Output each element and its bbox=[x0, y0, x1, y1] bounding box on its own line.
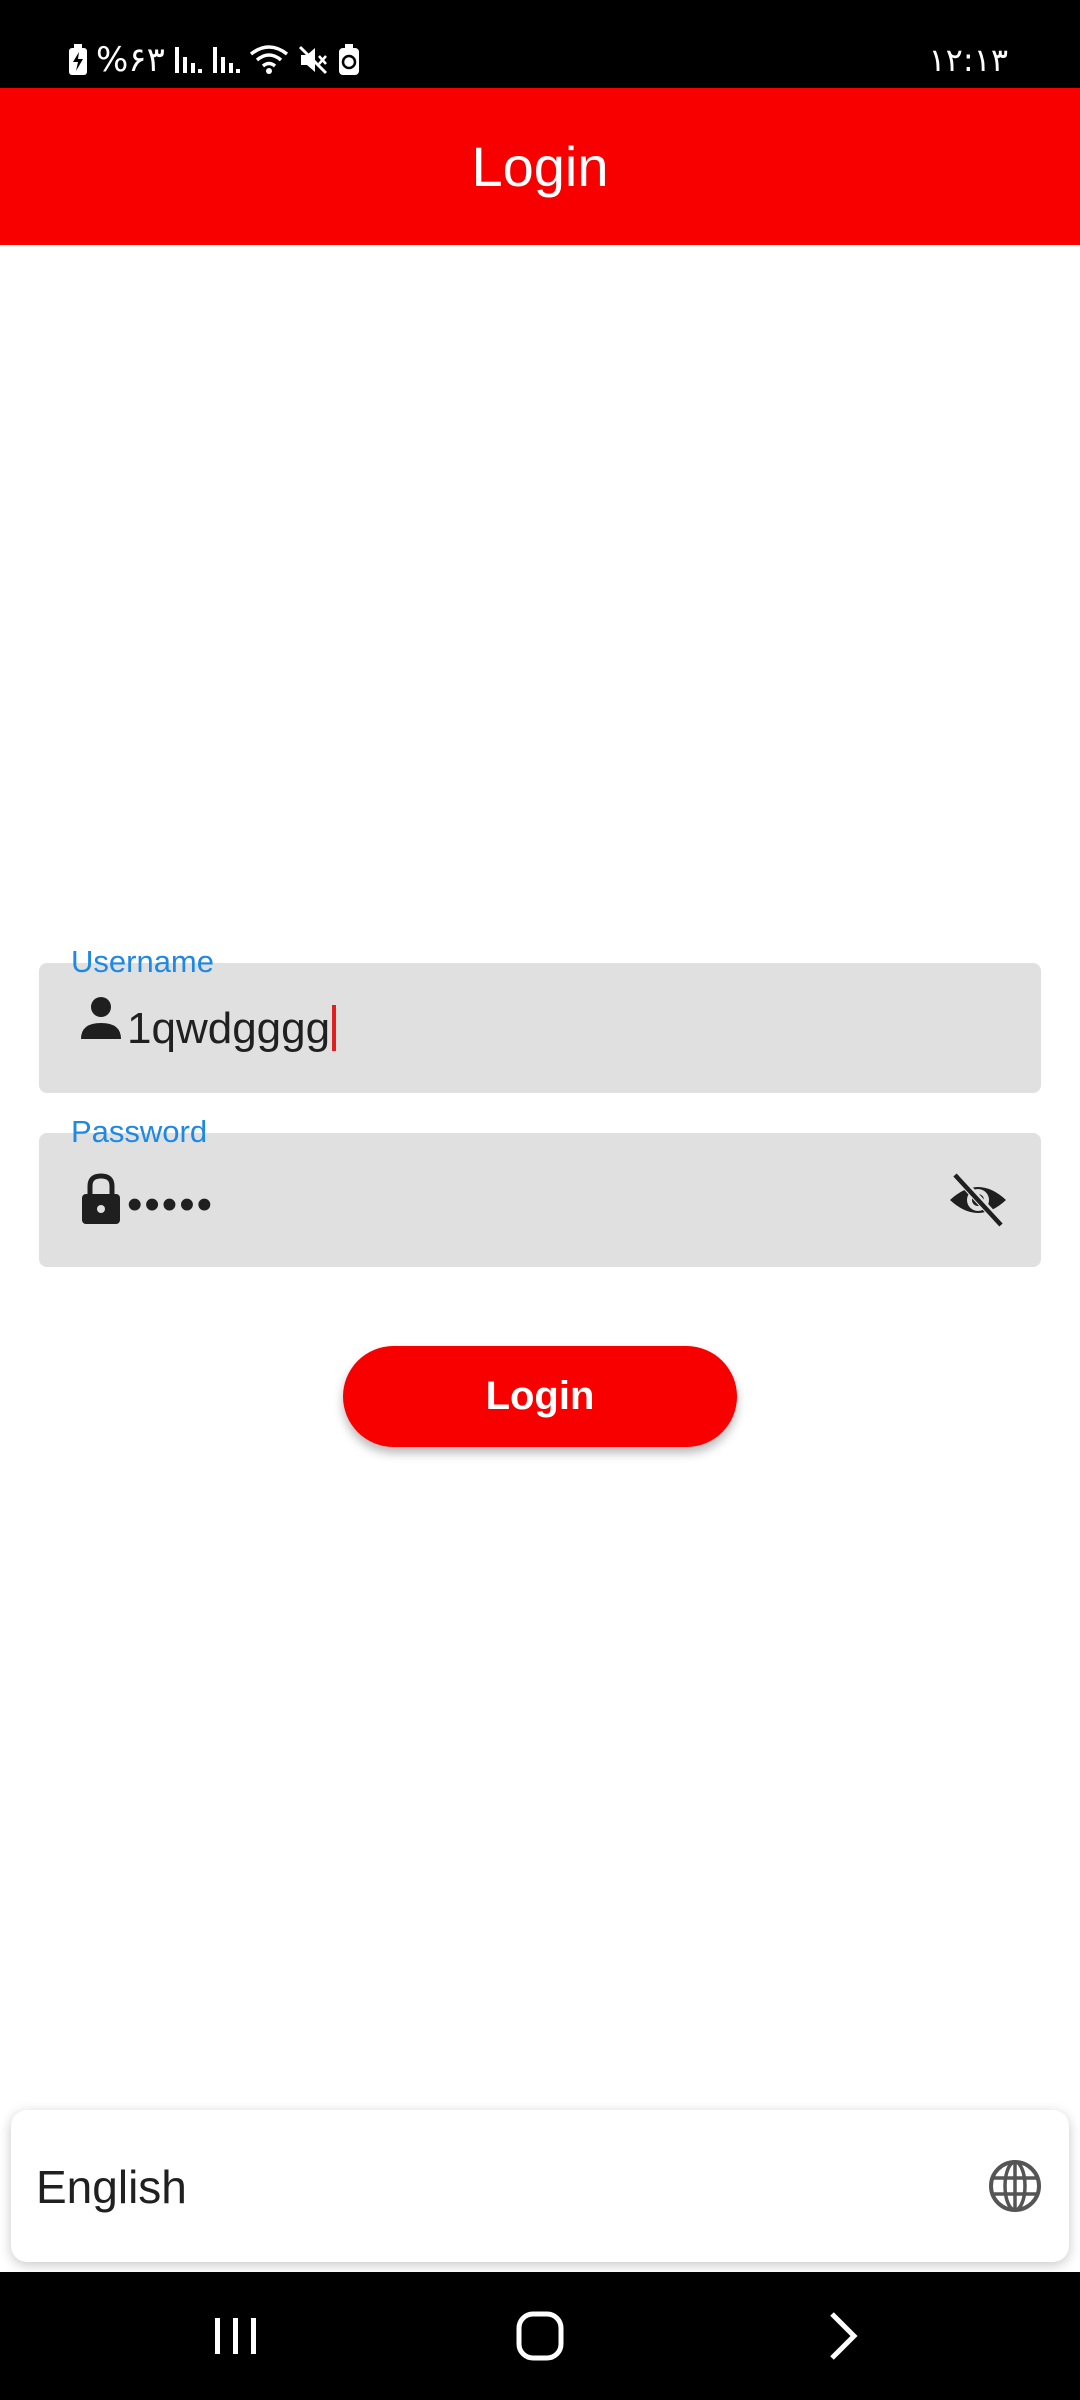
battery-charging-icon bbox=[69, 44, 87, 75]
username-label: Username bbox=[71, 944, 214, 979]
login-button[interactable]: Login bbox=[343, 1346, 737, 1447]
mute-icon bbox=[298, 45, 327, 75]
eye-off-icon[interactable] bbox=[947, 1171, 1009, 1229]
person-icon bbox=[81, 997, 121, 1039]
status-bar: %۶۳ ۱۲:۱۳ bbox=[0, 0, 1080, 88]
signal-icon bbox=[212, 47, 240, 73]
recent-apps-icon[interactable] bbox=[201, 2306, 271, 2366]
login-button-label: Login bbox=[485, 1374, 595, 1418]
home-icon[interactable] bbox=[505, 2306, 575, 2366]
back-icon[interactable] bbox=[808, 2306, 878, 2366]
lock-icon bbox=[82, 1173, 120, 1224]
username-value[interactable]: 1qwdgggg bbox=[127, 1004, 330, 1053]
text-caret bbox=[332, 1005, 337, 1051]
username-input: 1qwdgggg bbox=[127, 1001, 337, 1057]
signal-icon bbox=[174, 47, 202, 73]
battery-percentage: %۶۳ bbox=[96, 40, 165, 80]
battery-saver-icon bbox=[338, 44, 359, 75]
status-icons: %۶۳ bbox=[68, 38, 361, 82]
page-title: Login bbox=[471, 135, 609, 198]
wifi-icon bbox=[249, 45, 288, 74]
globe-icon bbox=[989, 2160, 1041, 2212]
username-field[interactable]: 1qwdgggg bbox=[39, 963, 1041, 1093]
password-input[interactable]: ••••• bbox=[127, 1177, 214, 1233]
language-label: English bbox=[36, 2161, 187, 2213]
app-bar: Login bbox=[0, 88, 1080, 245]
password-label: Password bbox=[71, 1114, 208, 1149]
navigation-bar bbox=[0, 2272, 1080, 2400]
password-field[interactable]: ••••• bbox=[39, 1133, 1041, 1267]
language-selector[interactable]: English bbox=[11, 2110, 1069, 2262]
status-time: ۱۲:۱۳ bbox=[928, 41, 1008, 79]
